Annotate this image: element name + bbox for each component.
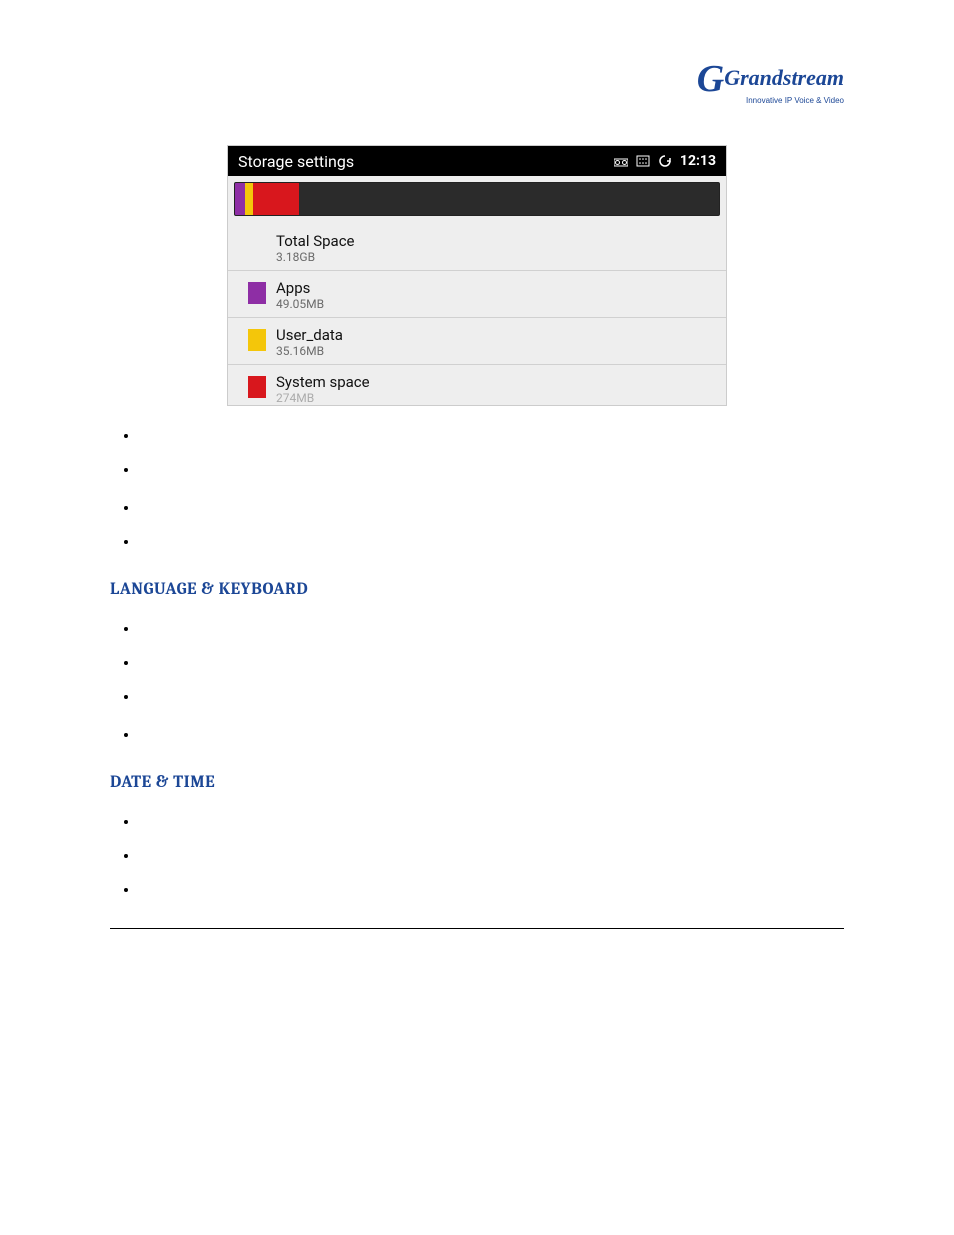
row-label: System space [276, 373, 370, 391]
bullet-group-4 [110, 725, 844, 743]
list-item [138, 619, 844, 637]
list-item [138, 532, 844, 550]
storage-row-system[interactable]: System space 274MB [228, 364, 726, 405]
clock: 12:13 [680, 153, 716, 169]
swatch-apps [248, 282, 266, 304]
list-item [138, 498, 844, 516]
sync-icon [658, 155, 672, 167]
row-value: 49.05MB [276, 297, 324, 311]
storage-list: Total Space 3.18GB Apps 49.05MB User_dat… [228, 224, 726, 405]
list-item [138, 460, 844, 478]
storage-settings-screenshot: Storage settings 12:13 Total Space 3.18G… [227, 145, 727, 406]
row-value: 274MB [276, 391, 370, 405]
row-value: 3.18GB [276, 250, 355, 264]
list-item [138, 725, 844, 743]
list-item [138, 880, 844, 898]
voicemail-icon [614, 155, 628, 167]
row-value: 35.16MB [276, 344, 343, 358]
logo-brand: Grandstream [724, 65, 844, 90]
storage-row-user-data[interactable]: User_data 35.16MB [228, 317, 726, 364]
row-label: User_data [276, 326, 343, 344]
row-label: Apps [276, 279, 324, 297]
list-item [138, 653, 844, 671]
list-item [138, 426, 844, 444]
usage-segment-user-data [245, 183, 253, 215]
screen-title: Storage settings [238, 152, 354, 171]
brand-logo: GGrandstream Innovative IP Voice & Video [110, 60, 844, 105]
heading-language-keyboard: LANGUAGE & KEYBOARD [110, 580, 844, 599]
usage-segment-system [253, 183, 299, 215]
bullet-group-5 [110, 812, 844, 898]
heading-date-time: DATE & TIME [110, 773, 844, 792]
swatch-user-data [248, 329, 266, 351]
usage-segment-apps [235, 183, 245, 215]
list-item [138, 812, 844, 830]
footer-rule [110, 928, 844, 929]
storage-row-apps[interactable]: Apps 49.05MB [228, 270, 726, 317]
keypad-icon [636, 155, 650, 167]
storage-row-total[interactable]: Total Space 3.18GB [228, 224, 726, 270]
bullet-group-1 [110, 426, 844, 478]
list-item [138, 846, 844, 864]
titlebar: Storage settings 12:13 [228, 146, 726, 176]
list-item [138, 687, 844, 705]
row-label: Total Space [276, 232, 355, 250]
swatch-system [248, 376, 266, 398]
bullet-group-2 [110, 498, 844, 550]
storage-usage-bar [234, 182, 720, 216]
bullet-group-3 [110, 619, 844, 705]
